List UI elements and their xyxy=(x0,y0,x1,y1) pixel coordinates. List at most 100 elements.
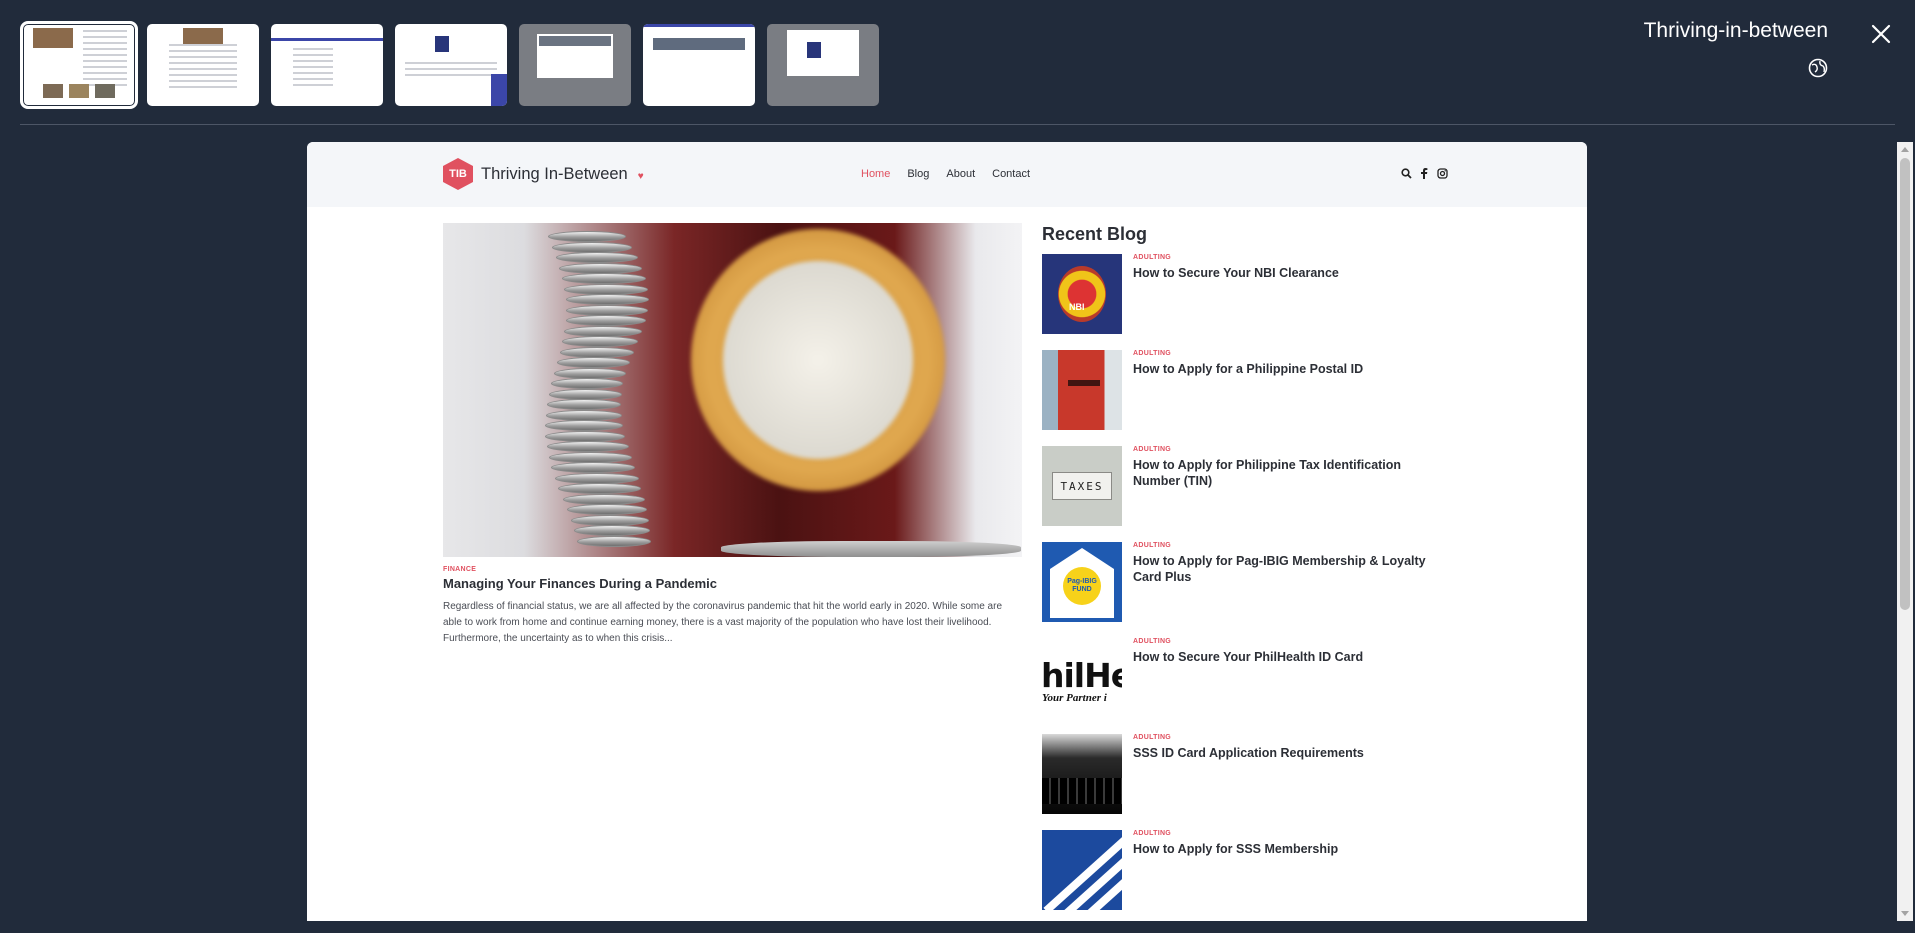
coin-image xyxy=(571,514,649,526)
post-category[interactable]: ADULTING xyxy=(1133,830,1338,837)
featured-article: FINANCE Managing Your Finances During a … xyxy=(443,223,1022,647)
post-thumbnail[interactable] xyxy=(1042,734,1122,814)
post-category[interactable]: ADULTING xyxy=(1133,446,1433,453)
post-title[interactable]: How to Secure Your PhilHealth ID Card xyxy=(1133,649,1363,665)
post-category[interactable]: ADULTING xyxy=(1133,734,1364,741)
post-title[interactable]: SSS ID Card Application Requirements xyxy=(1133,745,1364,761)
post-category[interactable]: ADULTING xyxy=(1133,638,1363,645)
post-title[interactable]: How to Apply for a Philippine Postal ID xyxy=(1133,361,1363,377)
thumbnail-6[interactable] xyxy=(643,24,755,106)
coin-image xyxy=(557,357,630,368)
main-nav: Home Blog About Contact xyxy=(861,168,1030,180)
list-item[interactable]: NBI ADULTING How to Secure Your NBI Clea… xyxy=(1042,254,1462,350)
coin-image xyxy=(560,346,634,358)
coin-image xyxy=(566,294,649,305)
crowd-silhouette-image xyxy=(1042,778,1122,804)
post-category[interactable]: ADULTING xyxy=(1133,542,1433,549)
coin-image xyxy=(564,283,648,295)
site-logo[interactable]: TIB Thriving In-Between ♥ xyxy=(443,158,644,190)
nbi-seal-image xyxy=(1058,266,1106,322)
post-thumbnail[interactable]: hilHe Your Partner i xyxy=(1042,638,1122,718)
thumbnail-2[interactable] xyxy=(147,24,259,106)
featured-category[interactable]: FINANCE xyxy=(443,566,1022,573)
coin-image xyxy=(555,472,639,484)
coin-image xyxy=(562,336,638,347)
facebook-icon[interactable] xyxy=(1418,167,1430,179)
thumbnail-5[interactable] xyxy=(519,24,631,106)
coin-image xyxy=(549,451,632,463)
post-title[interactable]: How to Apply for Philippine Tax Identifi… xyxy=(1133,457,1433,489)
coin-image xyxy=(551,378,623,389)
coin-image xyxy=(556,252,638,263)
coin-image xyxy=(546,409,622,421)
nav-about[interactable]: About xyxy=(946,168,975,180)
coin-image xyxy=(566,304,648,316)
list-item[interactable]: TAXES ADULTING How to Apply for Philippi… xyxy=(1042,446,1462,542)
featured-title[interactable]: Managing Your Finances During a Pandemic xyxy=(443,576,1022,591)
scrollbar[interactable] xyxy=(1897,142,1913,921)
coin-image xyxy=(547,441,629,452)
post-category[interactable]: ADULTING xyxy=(1133,350,1363,357)
close-icon[interactable] xyxy=(1867,20,1895,48)
post-thumbnail[interactable]: TAXES xyxy=(1042,446,1122,526)
coin-image xyxy=(564,325,642,337)
thumbnail-1[interactable] xyxy=(20,21,138,109)
heart-icon: ♥ xyxy=(637,170,644,182)
post-thumbnail[interactable]: NBI xyxy=(1042,254,1122,334)
coin-image xyxy=(548,231,626,242)
thumbnail-text: NBI xyxy=(1069,302,1085,312)
coin-image xyxy=(545,420,623,431)
thumbnail-4[interactable] xyxy=(395,24,507,106)
thumbnail-text: TAXES xyxy=(1052,472,1112,500)
scroll-down-icon[interactable] xyxy=(1901,911,1909,916)
header-icons xyxy=(1400,167,1448,179)
instagram-icon[interactable] xyxy=(1436,167,1448,179)
post-thumbnail[interactable]: Pag-IBIG FUND xyxy=(1042,542,1122,622)
search-icon[interactable] xyxy=(1400,167,1412,179)
post-category[interactable]: ADULTING xyxy=(1133,254,1339,261)
post-thumbnail[interactable] xyxy=(1042,830,1122,910)
thumbnail-strip xyxy=(20,21,879,109)
coin-stack-image xyxy=(508,223,713,557)
scrollbar-thumb[interactable] xyxy=(1900,158,1910,610)
nav-home[interactable]: Home xyxy=(861,168,890,180)
thumbnail-3[interactable] xyxy=(271,24,383,106)
logo-text: Thriving In-Between xyxy=(481,164,628,183)
nav-contact[interactable]: Contact xyxy=(992,168,1030,180)
scroll-up-icon[interactable] xyxy=(1901,147,1909,152)
thumbnail-text: hilHe xyxy=(1042,656,1122,695)
recent-blog-heading: Recent Blog xyxy=(1042,224,1148,244)
coin-image xyxy=(559,262,642,274)
list-item[interactable]: Pag-IBIG FUND ADULTING How to Apply for … xyxy=(1042,542,1462,638)
thumbnail-text: Pag-IBIG FUND xyxy=(1063,567,1101,605)
logo-badge: TIB xyxy=(443,158,473,190)
viewer-title: Thriving-in-between xyxy=(1643,19,1828,42)
page-preview: TIB Thriving In-Between ♥ Home Blog Abou… xyxy=(307,142,1587,921)
thumbnail-7[interactable] xyxy=(767,24,879,106)
recent-blog: Recent Blog NBI ADULTING How to Secure Y… xyxy=(1042,224,1462,921)
list-item[interactable]: hilHe Your Partner i ADULTING How to Sec… xyxy=(1042,638,1462,734)
clock-face xyxy=(723,261,913,459)
coin-image xyxy=(545,430,625,442)
list-item[interactable]: ADULTING How to Apply for SSS Membership xyxy=(1042,830,1462,921)
coin-image xyxy=(574,525,650,536)
thumbnail-subtext: Your Partner i xyxy=(1042,692,1107,704)
coin-image xyxy=(562,273,646,284)
post-title[interactable]: How to Secure Your NBI Clearance xyxy=(1133,265,1339,281)
coin-image xyxy=(566,315,646,326)
featured-excerpt: Regardless of financial status, we are a… xyxy=(443,601,1002,644)
coin-image xyxy=(551,462,635,473)
nav-blog[interactable]: Blog xyxy=(907,168,929,180)
globe-icon[interactable] xyxy=(1807,57,1829,79)
post-title[interactable]: How to Apply for Pag-IBIG Membership & L… xyxy=(1133,553,1433,585)
featured-image[interactable] xyxy=(443,223,1022,557)
site-header: TIB Thriving In-Between ♥ Home Blog Abou… xyxy=(307,142,1587,207)
post-title[interactable]: How to Apply for SSS Membership xyxy=(1133,841,1338,857)
coin-image xyxy=(554,367,626,379)
list-item[interactable]: ADULTING SSS ID Card Application Require… xyxy=(1042,734,1462,830)
coin-image xyxy=(577,535,651,547)
coin-image xyxy=(567,504,647,515)
list-item[interactable]: ADULTING How to Apply for a Philippine P… xyxy=(1042,350,1462,446)
coin-image xyxy=(549,388,622,400)
post-thumbnail[interactable] xyxy=(1042,350,1122,430)
